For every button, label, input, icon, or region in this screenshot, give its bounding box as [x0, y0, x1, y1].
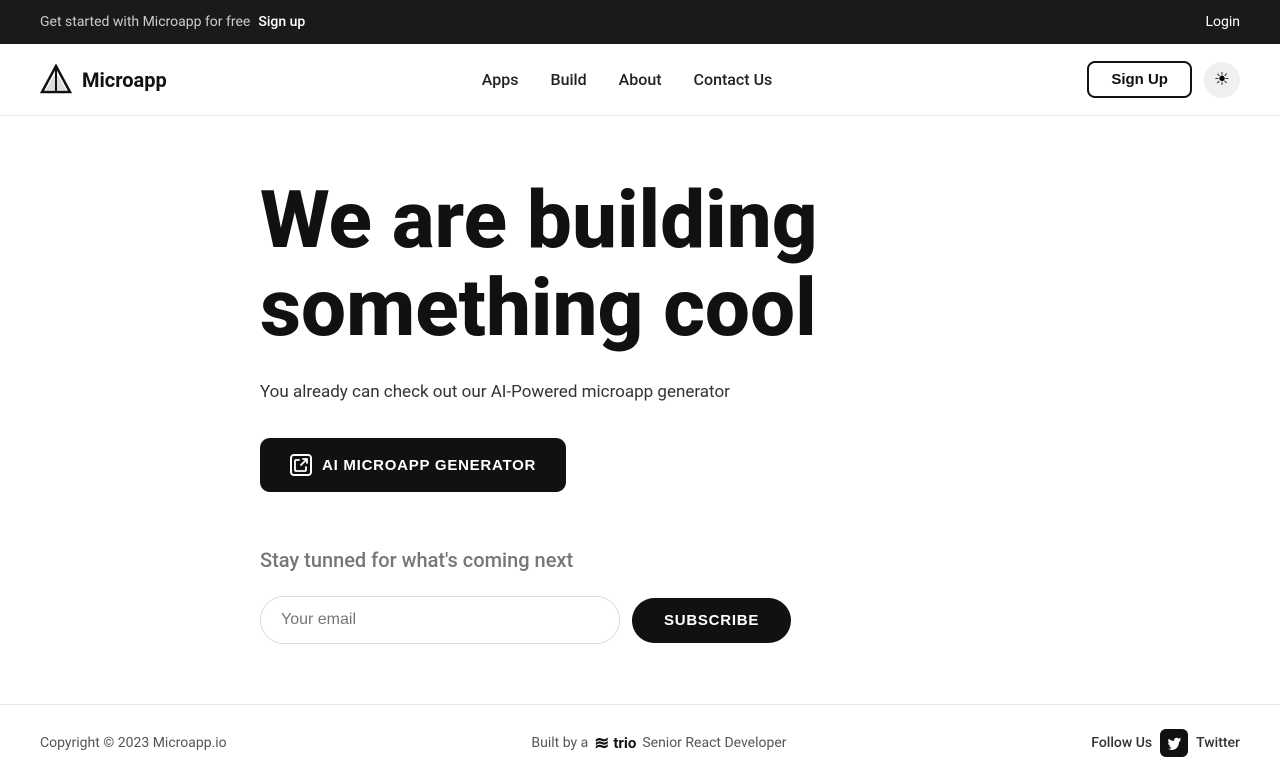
external-link-icon [290, 454, 312, 476]
hero-title-line1: We are building [260, 173, 818, 267]
nav-about[interactable]: About [619, 70, 662, 89]
copyright-text: Copyright © 2023 Microapp.io [40, 735, 227, 751]
trio-brand-name: trio [613, 734, 636, 752]
navbar-signup-button[interactable]: Sign Up [1087, 61, 1192, 98]
theme-toggle-button[interactable]: ☀ [1204, 62, 1240, 98]
built-by-text: Built by a [531, 735, 588, 751]
top-bar: Get started with Microapp for free Sign … [0, 0, 1280, 44]
topbar-login-link[interactable]: Login [1205, 14, 1240, 30]
twitter-icon [1160, 729, 1188, 757]
hero-title: We are building something cool [260, 176, 960, 352]
follow-us-text: Follow Us [1091, 735, 1152, 751]
twitter-label[interactable]: Twitter [1196, 735, 1240, 751]
trio-brand-icon: ≋ [594, 733, 609, 754]
nav-right: Sign Up ☀ [1087, 61, 1240, 98]
logo-icon [40, 64, 72, 96]
email-input[interactable] [260, 596, 620, 644]
subscribe-button[interactable]: SUBSCRIBE [632, 598, 791, 643]
hero-subtitle: You already can check out our AI-Powered… [260, 382, 810, 402]
top-bar-right: Login [1205, 14, 1240, 30]
logo[interactable]: Microapp [40, 64, 167, 96]
trio-logo: ≋ trio [594, 733, 636, 754]
top-bar-promo: Get started with Microapp for free Sign … [40, 14, 305, 30]
theme-icon: ☀ [1214, 69, 1230, 90]
nav-contact[interactable]: Contact Us [694, 70, 773, 89]
navbar: Microapp Apps Build About Contact Us Sig… [0, 44, 1280, 116]
footer: Copyright © 2023 Microapp.io Built by a … [0, 704, 1280, 781]
topbar-signup-link[interactable]: Sign up [258, 14, 305, 30]
nav-apps[interactable]: Apps [482, 70, 519, 89]
ai-generator-label: AI MICROAPP GENERATOR [322, 457, 536, 474]
footer-follow: Follow Us Twitter [1091, 729, 1240, 757]
nav-build[interactable]: Build [550, 70, 586, 89]
ai-generator-button[interactable]: AI MICROAPP GENERATOR [260, 438, 566, 492]
built-by-suffix: Senior React Developer [642, 735, 786, 751]
nav-links: Apps Build About Contact Us [482, 70, 773, 89]
main-content: We are building something cool You alrea… [0, 116, 1280, 704]
promo-text: Get started with Microapp for free [40, 14, 250, 30]
footer-built-by: Built by a ≋ trio Senior React Developer [531, 733, 786, 754]
brand-name: Microapp [82, 68, 167, 92]
stay-tuned-text: Stay tunned for what's coming next [260, 548, 1240, 572]
subscribe-row: SUBSCRIBE [260, 596, 1240, 644]
hero-title-line2: something cool [260, 261, 817, 355]
